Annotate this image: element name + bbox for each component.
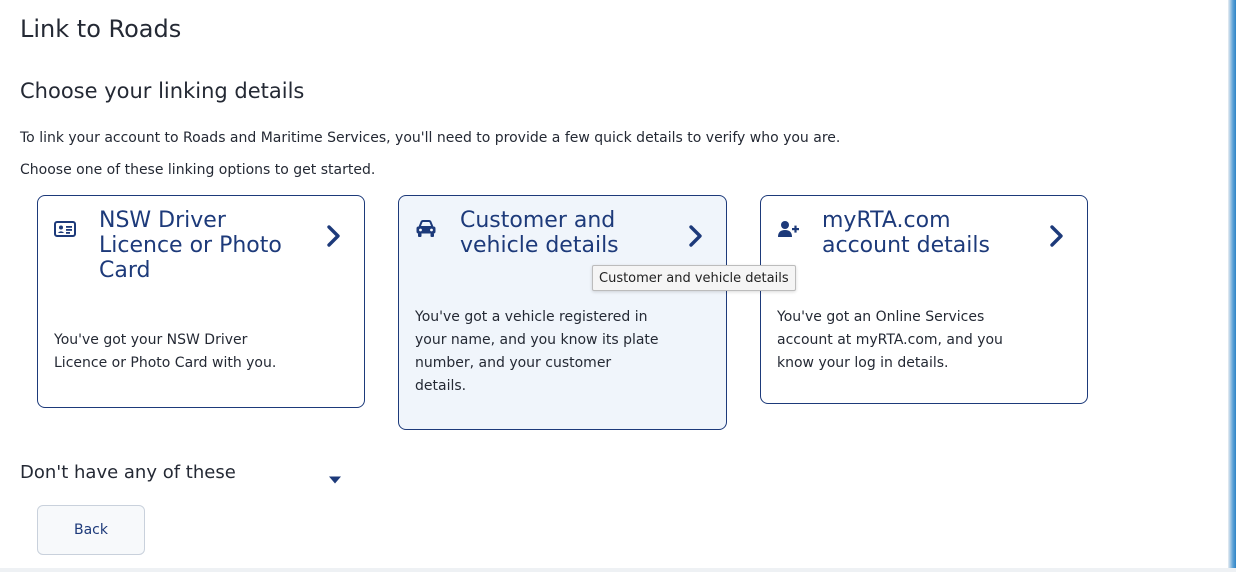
id-card-icon xyxy=(54,218,76,240)
chevron-right-icon xyxy=(1049,224,1065,248)
option-description: You've got a vehicle registered in your … xyxy=(415,309,659,394)
option-description: You've got an Online Services account at… xyxy=(777,309,1003,371)
option-title: myRTA.com account details xyxy=(822,208,990,258)
option-card-customer-vehicle[interactable]: Customer and vehicle details You've got … xyxy=(398,195,727,430)
intro-text: To link your account to Roads and Mariti… xyxy=(20,130,841,146)
option-card-driver-licence[interactable]: NSW Driver Licence or Photo Card You've … xyxy=(37,195,365,408)
option-title: NSW Driver Licence or Photo Card xyxy=(99,208,282,283)
window-edge xyxy=(1228,0,1236,572)
chevron-right-icon xyxy=(688,224,704,248)
section-title: Choose your linking details xyxy=(20,79,305,103)
option-title: Customer and vehicle details xyxy=(460,208,619,258)
tooltip: Customer and vehicle details xyxy=(592,265,796,291)
car-icon xyxy=(415,218,437,240)
instruction-text: Choose one of these linking options to g… xyxy=(20,162,376,178)
back-button[interactable]: Back xyxy=(37,505,145,555)
caret-down-icon xyxy=(328,470,342,484)
no-options-toggle[interactable]: Don't have any of these xyxy=(20,460,350,486)
add-user-icon xyxy=(777,218,799,240)
option-card-myrta-account[interactable]: myRTA.com account details You've got an … xyxy=(760,195,1088,404)
page-title: Link to Roads xyxy=(20,15,182,43)
option-description: You've got your NSW Driver Licence or Ph… xyxy=(54,332,277,371)
no-options-label: Don't have any of these xyxy=(20,462,236,483)
chevron-right-icon xyxy=(326,224,342,248)
page-bottom-border xyxy=(0,568,1236,572)
